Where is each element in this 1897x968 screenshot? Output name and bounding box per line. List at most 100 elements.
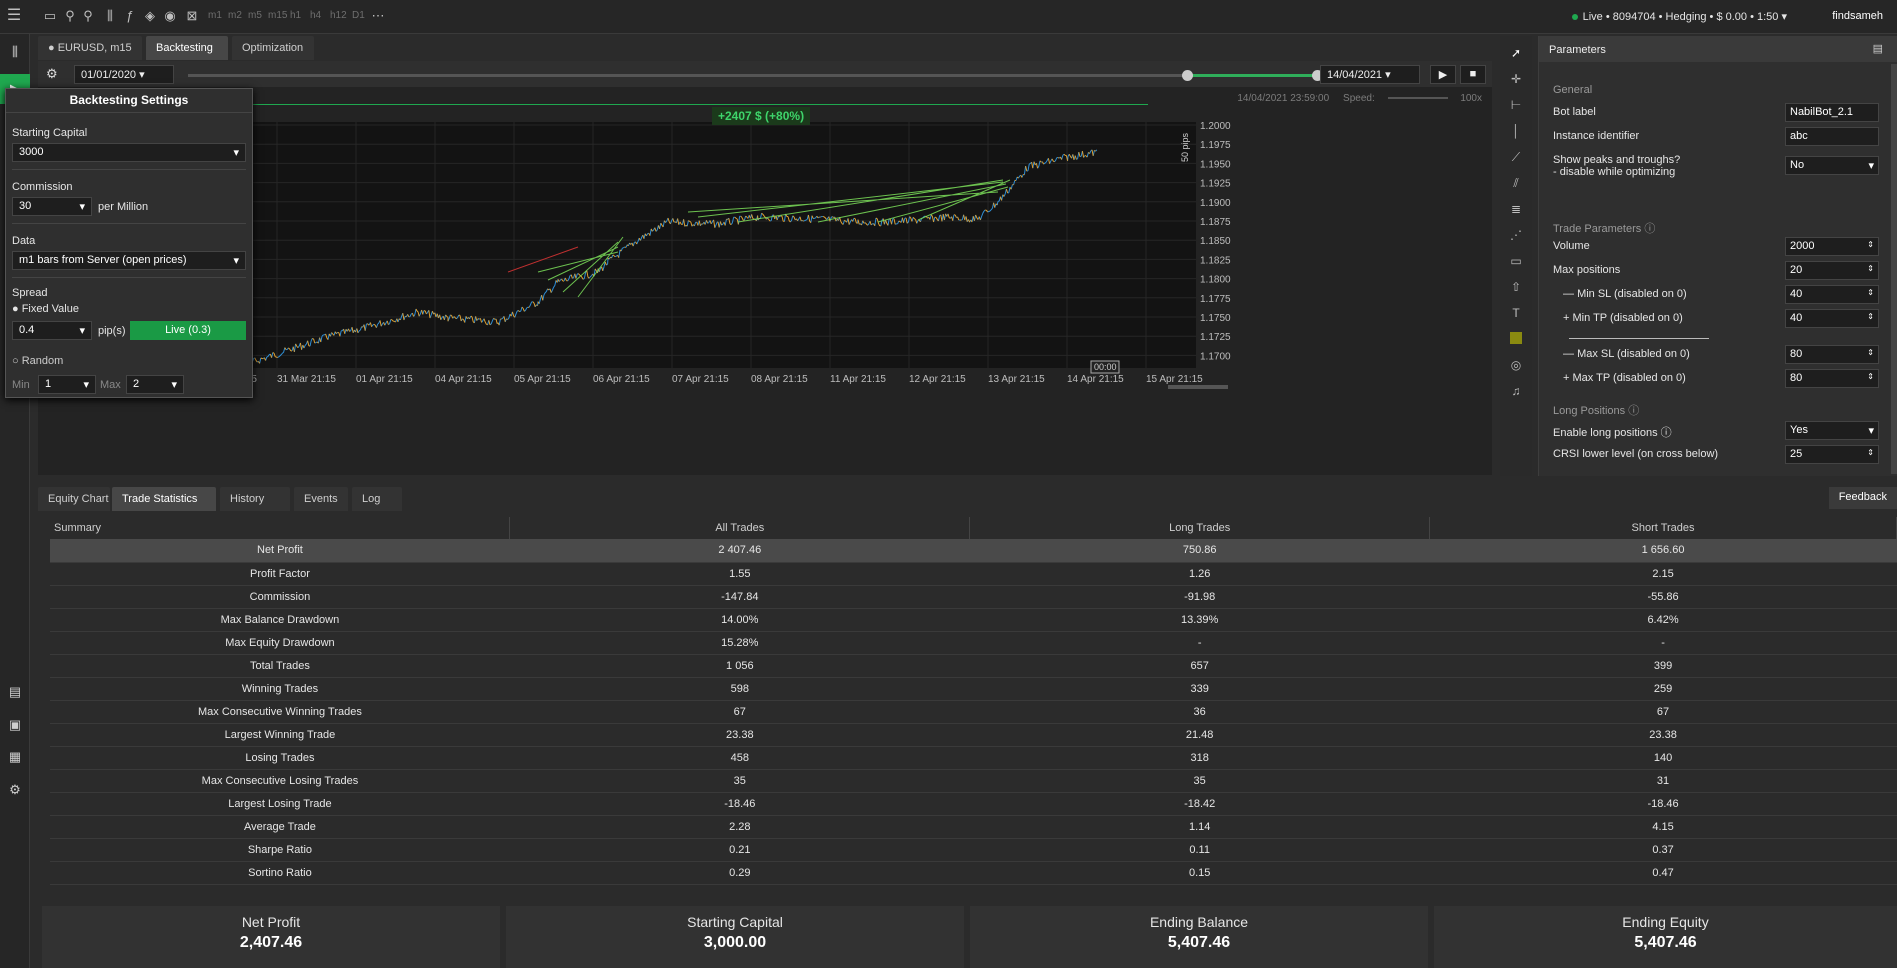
table-row[interactable]: Profit Factor 1.55 1.26 2.15	[50, 562, 1897, 586]
indicator-icon[interactable]: ƒ	[122, 8, 138, 24]
crsi-stepper[interactable]: 25 ⇕	[1785, 445, 1879, 464]
tab-symbol[interactable]: ● EURUSD, m15	[38, 36, 142, 60]
timeframe-m15[interactable]: m15	[268, 10, 287, 21]
copy-icon[interactable]: ▣	[6, 717, 24, 735]
table-row[interactable]: Sharpe Ratio 0.21 0.11 0.37	[50, 838, 1897, 862]
zoom-in-icon[interactable]: ⚲	[80, 8, 96, 24]
info-icon[interactable]: ⓘ	[1644, 223, 1655, 235]
timeframe-m2[interactable]: m2	[228, 10, 242, 21]
data-select[interactable]: m1 bars from Server (open prices) ▾	[12, 251, 246, 270]
info-icon[interactable]: ⓘ	[1661, 427, 1672, 439]
color-icon[interactable]	[1510, 332, 1522, 344]
enable-long-select[interactable]: Yes ▾	[1785, 421, 1879, 440]
table-row[interactable]: Average Trade 2.28 1.14 4.15	[50, 815, 1897, 839]
stop-button[interactable]: ■	[1460, 65, 1486, 84]
scrollbar[interactable]	[1891, 64, 1897, 474]
param-min-sl: — Min SL (disabled on 0) 40 ⇕	[1549, 284, 1889, 306]
layers-icon[interactable]: ◈	[142, 8, 158, 24]
tab-optimization[interactable]: Optimization	[232, 36, 314, 60]
fibonacci-icon[interactable]: ≣	[1508, 202, 1524, 218]
account-selector[interactable]: Live • 8094704 • Hedging • $ 0.00 • 1:50…	[1571, 10, 1787, 23]
random-radio[interactable]: ○ Random	[12, 355, 63, 367]
settings-chart-icon[interactable]: ⊠	[184, 8, 200, 24]
tab-history[interactable]: History	[220, 487, 290, 511]
timeframe-h4[interactable]: h4	[310, 10, 321, 21]
live-spread-button[interactable]: Live (0.3)	[130, 321, 246, 340]
tab-trade-statistics[interactable]: Trade Statistics	[112, 487, 216, 511]
gear-icon[interactable]: ⚙	[6, 782, 24, 800]
vertical-line-icon[interactable]: │	[1508, 124, 1524, 140]
table-row[interactable]: Max Equity Drawdown 15.28% - -	[50, 631, 1897, 655]
text-icon[interactable]: T	[1508, 306, 1524, 322]
camera-icon[interactable]: ◎	[1508, 358, 1524, 374]
starting-capital-input[interactable]: 3000 ▾	[12, 143, 246, 162]
analyze-icon[interactable]: ▦	[6, 749, 24, 767]
range-start-handle[interactable]	[1182, 70, 1193, 81]
horizontal-line-icon[interactable]: ⊢	[1508, 98, 1524, 114]
maxpos-stepper[interactable]: 20 ⇕	[1785, 261, 1879, 280]
timeframe-m5[interactable]: m5	[248, 10, 262, 21]
bot-label-input[interactable]: NabilBot_2.1	[1785, 103, 1879, 122]
timeframe-h1[interactable]: h1	[290, 10, 301, 21]
table-row[interactable]: Net Profit 2 407.46 750.86 1 656.60	[50, 539, 1897, 563]
feedback-button[interactable]: Feedback	[1828, 487, 1897, 509]
eye-icon[interactable]: ◉	[162, 8, 178, 24]
speed-slider[interactable]	[1387, 97, 1448, 100]
save-icon[interactable]: ▤	[1873, 42, 1883, 55]
trade-icon[interactable]: ⫼	[6, 44, 24, 62]
ruler-icon[interactable]: ⋰	[1508, 228, 1524, 244]
fixed-value-radio[interactable]: ● Fixed Value	[12, 303, 79, 315]
cursor-icon[interactable]: ➚	[1508, 46, 1524, 62]
menu-icon[interactable]: ☰	[6, 8, 22, 24]
maxsl-stepper[interactable]: 80 ⇕	[1785, 345, 1879, 364]
table-row[interactable]: Max Balance Drawdown 14.00% 13.39% 6.42%	[50, 608, 1897, 632]
parameters-header: Parameters	[1539, 36, 1897, 62]
table-cell: 458	[509, 746, 970, 770]
zoom-out-icon[interactable]: ⚲	[62, 8, 78, 24]
tab-events[interactable]: Events	[294, 487, 348, 511]
chart-type-icon[interactable]: ⫼	[102, 8, 118, 24]
date-range-slider[interactable]	[188, 70, 1323, 81]
min-input[interactable]: 1 ▾	[38, 375, 96, 394]
spread-input[interactable]: 0.4 ▾	[12, 321, 92, 340]
table-row[interactable]: Largest Winning Trade 23.38 21.48 23.38	[50, 723, 1897, 747]
rectangle-icon[interactable]: ▭	[1508, 254, 1524, 270]
volume-stepper[interactable]: 2000 ⇕	[1785, 237, 1879, 256]
username[interactable]: findsameh	[1832, 10, 1883, 22]
tab-log[interactable]: Log	[352, 487, 402, 511]
channel-icon[interactable]: ⫽	[1508, 176, 1524, 192]
tab-backtesting[interactable]: Backtesting	[146, 36, 228, 60]
maxtp-stepper[interactable]: 80 ⇕	[1785, 369, 1879, 388]
bell-icon[interactable]: ♫	[1508, 384, 1524, 400]
instance-input[interactable]: abc	[1785, 127, 1879, 146]
more-icon[interactable]: ⋯	[370, 8, 386, 24]
arrow-icon[interactable]: ⇧	[1508, 280, 1524, 296]
mintp-stepper[interactable]: 40 ⇕	[1785, 309, 1879, 328]
timeframe-d1[interactable]: D1	[352, 10, 365, 21]
table-row[interactable]: Winning Trades 598 339 259	[50, 677, 1897, 701]
peaks-select[interactable]: No ▾	[1785, 156, 1879, 175]
table-row[interactable]: Largest Losing Trade -18.46 -18.42 -18.46	[50, 792, 1897, 816]
table-row[interactable]: Max Consecutive Losing Trades 35 35 31	[50, 769, 1897, 793]
price-chart[interactable]: 26 Mar 2021, UTC+029 Mar 21:1530 Mar 21:…	[38, 122, 1492, 475]
commission-input[interactable]: 30 ▾	[12, 197, 92, 216]
table-row[interactable]: Total Trades 1 056 657 399	[50, 654, 1897, 678]
table-row[interactable]: Commission -147.84 -91.98 -55.86	[50, 585, 1897, 609]
table-row[interactable]: Max Consecutive Winning Trades 67 36 67	[50, 700, 1897, 724]
tab-equity-chart[interactable]: Equity Chart	[38, 487, 110, 511]
trend-line-icon[interactable]: ⟋	[1508, 150, 1524, 166]
chat-icon[interactable]: ▤	[6, 684, 24, 702]
timeframe-h12[interactable]: h12	[330, 10, 347, 21]
max-input[interactable]: 2 ▾	[126, 375, 184, 394]
gear-icon[interactable]: ⚙	[46, 66, 58, 82]
play-button[interactable]: ▶	[1430, 65, 1456, 84]
table-row[interactable]: Sortino Ratio 0.29 0.15 0.47	[50, 861, 1897, 885]
timeframe-m1[interactable]: m1	[208, 10, 222, 21]
info-icon[interactable]: ⓘ	[1628, 405, 1639, 417]
start-date-input[interactable]: 01/01/2020 ▾	[74, 65, 174, 84]
layout-icon[interactable]: ▭	[42, 8, 58, 24]
end-date-input[interactable]: 14/04/2021 ▾	[1320, 65, 1420, 84]
minsl-stepper[interactable]: 40 ⇕	[1785, 285, 1879, 304]
table-row[interactable]: Losing Trades 458 318 140	[50, 746, 1897, 770]
crosshair-icon[interactable]: ✛	[1508, 72, 1524, 88]
